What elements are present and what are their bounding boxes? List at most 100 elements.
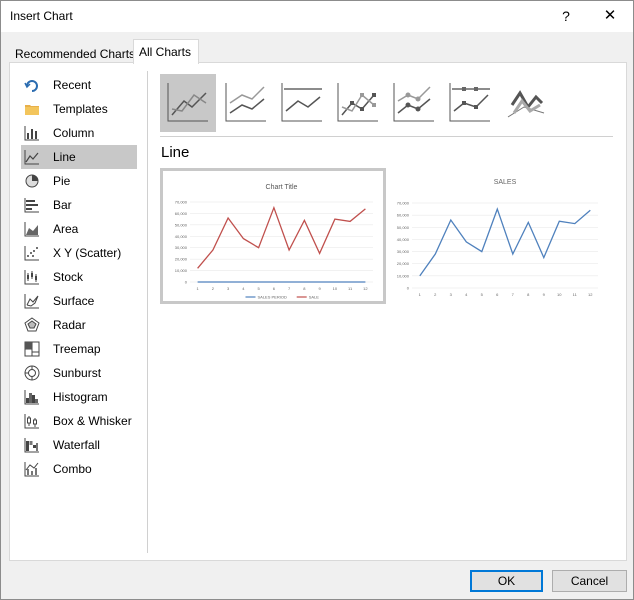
- title-bar: Insert Chart ? ✕: [1, 1, 633, 32]
- chart-title: SALES: [494, 179, 517, 186]
- sidebar-item-label: Histogram: [53, 390, 108, 404]
- sidebar-item-sunburst[interactable]: Sunburst: [21, 361, 137, 385]
- cancel-button[interactable]: Cancel: [552, 570, 627, 592]
- y-tick-label: 20,000: [175, 257, 188, 262]
- y-tick-label: 60,000: [175, 211, 188, 216]
- x-tick-label: 8: [303, 286, 306, 291]
- x-tick-label: 12: [588, 292, 593, 297]
- y-tick-label: 70,000: [397, 201, 410, 206]
- sidebar-item-label: Recent: [53, 78, 92, 92]
- sidebar-item-combo[interactable]: Combo: [21, 457, 137, 481]
- x-tick-label: 11: [573, 292, 578, 297]
- line-markers-icon: [337, 83, 378, 122]
- treemap-chart-icon: [24, 341, 40, 357]
- subtype-100-stacked-line[interactable]: [274, 74, 330, 132]
- tab-recommended-charts[interactable]: Recommended Charts: [9, 42, 135, 63]
- sidebar-item-treemap[interactable]: Treemap: [21, 337, 137, 361]
- stock-chart-icon: [24, 270, 39, 285]
- all-charts-panel: Recent Templates Column Line Pie Bar Area X Y (…: [9, 62, 627, 561]
- sidebar-item-histogram[interactable]: Histogram: [21, 385, 137, 409]
- x-tick-label: 4: [242, 286, 245, 291]
- help-button[interactable]: ?: [554, 5, 578, 27]
- sidebar-item-label: Bar: [53, 198, 72, 212]
- stacked-line-markers-icon: [393, 83, 434, 122]
- x-tick-label: 11: [348, 286, 353, 291]
- y-tick-label: 0: [407, 286, 410, 291]
- sidebar-item-line[interactable]: Line: [21, 145, 137, 169]
- window-title: Insert Chart: [10, 9, 73, 23]
- sidebar-item-label: Waterfall: [53, 438, 100, 452]
- sidebar-item-label: Radar: [53, 318, 86, 332]
- y-tick-label: 40,000: [397, 237, 410, 242]
- sidebar-item-label: Line: [53, 150, 76, 164]
- sidebar-item-label: Column: [53, 126, 95, 140]
- sidebar-item-surface[interactable]: Surface: [21, 289, 137, 313]
- y-tick-label: 30,000: [397, 249, 410, 254]
- chart-type-heading: Line: [161, 144, 190, 161]
- chart-type-list: Recent Templates Column Line Pie Bar Area X Y (…: [21, 73, 137, 481]
- 3d-line-icon: [507, 90, 545, 118]
- histogram-chart-icon: [24, 390, 39, 405]
- sidebar-item-label: Pie: [53, 174, 71, 188]
- subtype-line-markers[interactable]: [330, 74, 386, 132]
- chart-preview-svg-1: Chart Title 0 10,000 20,000 30,000 40,000 50,0…: [175, 184, 373, 300]
- y-tick-label: 0: [185, 280, 188, 285]
- sidebar-item-radar[interactable]: Radar: [21, 313, 137, 337]
- tab-all-charts[interactable]: All Charts: [133, 39, 199, 64]
- subtype-stacked-line-markers[interactable]: [386, 74, 442, 132]
- x-tick-label: 6: [496, 292, 499, 297]
- x-tick-label: 8: [527, 292, 530, 297]
- sidebar-item-label: Templates: [53, 102, 108, 116]
- close-icon[interactable]: ✕: [598, 5, 622, 27]
- combo-chart-icon: [24, 462, 39, 477]
- x-tick-label: 9: [319, 286, 322, 291]
- y-tick-label: 10,000: [175, 268, 188, 273]
- sidebar-item-templates[interactable]: Templates: [21, 97, 137, 121]
- line-icon: [167, 83, 208, 122]
- x-tick-label: 3: [227, 286, 230, 291]
- sidebar-item-waterfall[interactable]: Waterfall: [21, 433, 137, 457]
- sidebar-item-label: Surface: [53, 294, 95, 308]
- vertical-divider: [147, 71, 148, 553]
- subtype-line[interactable]: [160, 74, 216, 132]
- horizontal-divider: [160, 136, 613, 137]
- waterfall-chart-icon: [24, 438, 39, 453]
- ok-button[interactable]: OK: [470, 570, 543, 592]
- x-tick-label: 7: [512, 292, 515, 297]
- subtype-100-stacked-line-markers[interactable]: [442, 74, 498, 132]
- sunburst-chart-icon: [24, 365, 40, 381]
- pie-chart-icon: [25, 174, 39, 188]
- chart-title: Chart Title: [266, 184, 298, 191]
- chart-preview-2[interactable]: SALES 0 10,000 20,000 30,000 40,000 50,000 60,0…: [388, 168, 604, 304]
- x-tick-label: 5: [258, 286, 261, 291]
- stacked-line-icon: [225, 83, 266, 122]
- sidebar-item-x-y-scatter[interactable]: X Y (Scatter): [21, 241, 137, 265]
- x-tick-label: 2: [212, 286, 215, 291]
- sidebar-item-column[interactable]: Column: [21, 121, 137, 145]
- sidebar-item-stock[interactable]: Stock: [21, 265, 137, 289]
- sidebar-item-label: Area: [53, 222, 79, 236]
- bar-chart-icon: [24, 198, 39, 213]
- y-tick-label: 70,000: [175, 200, 188, 205]
- series-line-0: [419, 207, 591, 277]
- sidebar-item-recent[interactable]: Recent: [21, 73, 137, 97]
- legend-label: SALE: [309, 295, 320, 300]
- sidebar-item-box-whisker[interactable]: Box & Whisker: [21, 409, 137, 433]
- y-tick-label: 50,000: [175, 222, 188, 227]
- chart-preview-1[interactable]: Chart Title 0 10,000 20,000 30,000 40,000 50,0…: [160, 168, 386, 304]
- sidebar-item-bar[interactable]: Bar: [21, 193, 137, 217]
- sidebar-item-area[interactable]: Area: [21, 217, 137, 241]
- 100-stacked-line-markers-icon: [449, 83, 490, 122]
- subtype-stacked-line[interactable]: [218, 74, 274, 132]
- y-tick-label: 60,000: [397, 213, 410, 218]
- subtype-3d-line[interactable]: [498, 74, 554, 132]
- y-tick-label: 10,000: [397, 273, 410, 278]
- sidebar-item-label: Box & Whisker: [53, 414, 132, 428]
- folder-icon: [25, 105, 39, 115]
- scatter-chart-icon: [24, 246, 39, 261]
- x-tick-label: 4: [465, 292, 468, 297]
- y-tick-label: 50,000: [397, 225, 410, 230]
- y-tick-label: 30,000: [175, 245, 188, 250]
- sidebar-item-pie[interactable]: Pie: [21, 169, 137, 193]
- x-tick-label: 9: [543, 292, 546, 297]
